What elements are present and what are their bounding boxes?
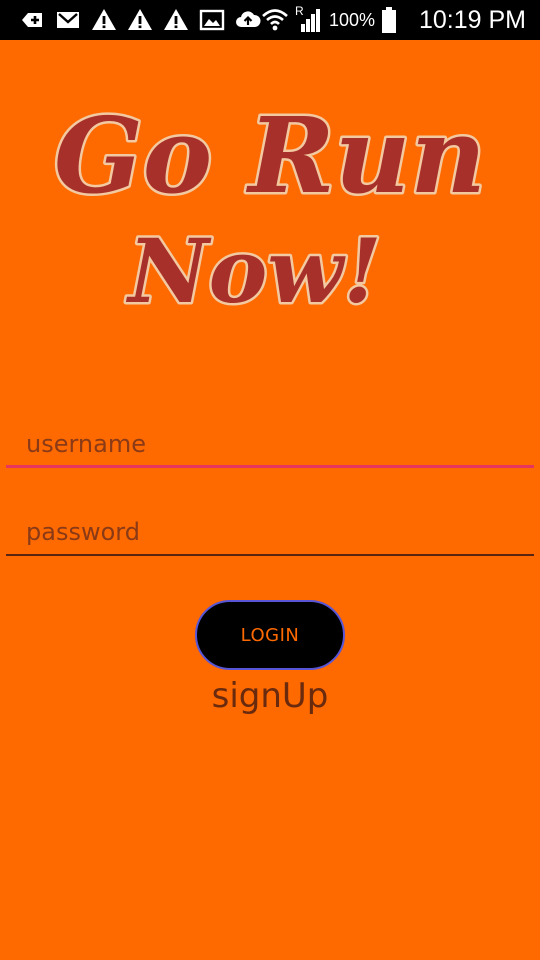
username-input[interactable] xyxy=(6,420,534,468)
image-icon xyxy=(198,6,226,34)
signup-link[interactable]: signUp xyxy=(0,676,540,716)
username-field xyxy=(6,420,534,468)
password-input[interactable] xyxy=(6,508,534,556)
logo-line-2: Now! xyxy=(125,219,382,320)
logo-line-1: Go Run xyxy=(54,94,486,217)
password-field xyxy=(6,508,534,556)
battery-percent: 100% xyxy=(328,9,375,30)
username-underline xyxy=(6,465,534,468)
cloud-upload-icon xyxy=(234,6,262,34)
warning-icon xyxy=(90,6,118,34)
login-screen: Go Run Now! LOGIN signUp xyxy=(0,40,540,960)
clock: 10:19 PM xyxy=(418,5,526,34)
warning-icon xyxy=(162,6,190,34)
password-underline xyxy=(6,554,534,556)
warning-icon xyxy=(126,6,154,34)
roaming-label: R xyxy=(294,4,304,18)
wifi-icon xyxy=(261,6,289,34)
signal-roaming-icon: R xyxy=(294,4,323,34)
gmail-icon xyxy=(54,6,82,34)
go-run-now-logo: Go Run Now! xyxy=(40,80,500,321)
status-bar: R 100% 10:19 PM xyxy=(0,0,540,40)
login-button[interactable]: LOGIN xyxy=(195,600,345,670)
system-icons: R 100% 10:19 PM xyxy=(261,0,526,40)
battery-icon xyxy=(381,6,397,34)
add-box-icon xyxy=(18,6,46,34)
screen: R 100% 10:19 PM Go Run Now! username LOG… xyxy=(0,0,540,960)
notification-icons xyxy=(0,6,262,34)
